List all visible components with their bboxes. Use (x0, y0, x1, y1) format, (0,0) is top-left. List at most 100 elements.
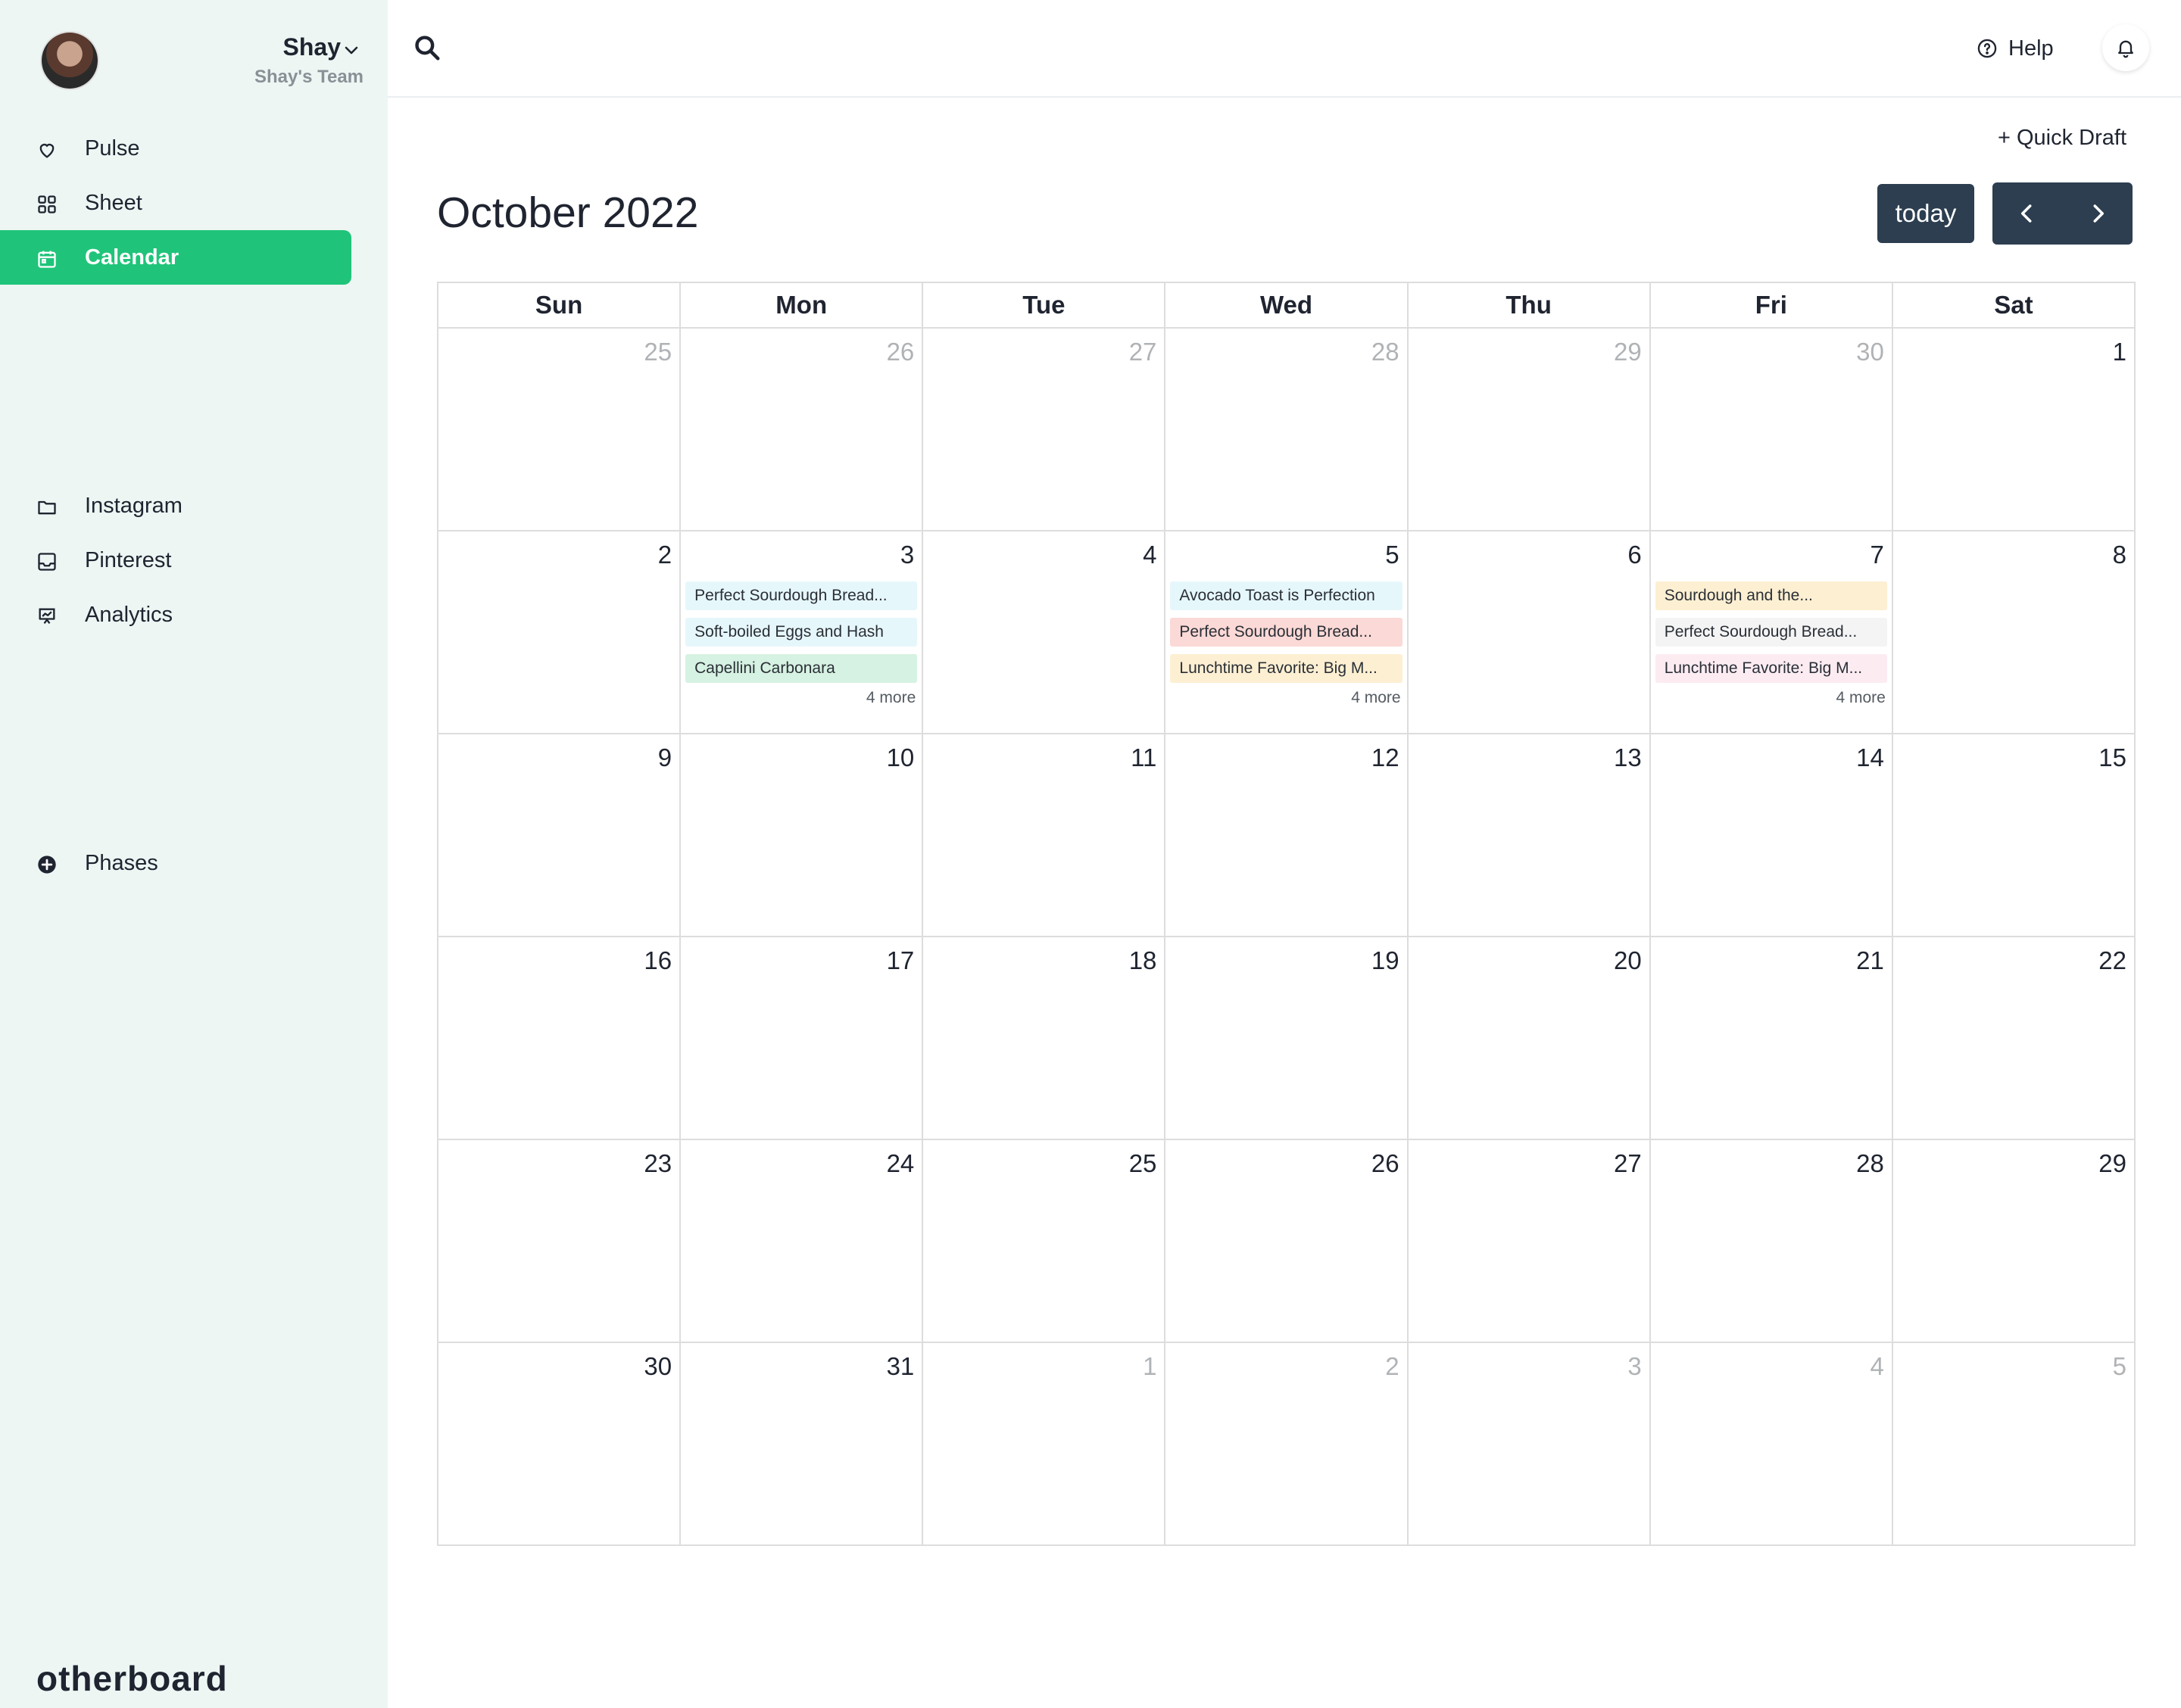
day-cell[interactable]: 1 (923, 1343, 1166, 1544)
day-cell[interactable]: 27 (923, 329, 1166, 530)
notifications-button[interactable] (2102, 24, 2149, 71)
sidebar-item-calendar[interactable]: Calendar (0, 230, 351, 285)
day-cell[interactable]: 14 (1651, 734, 1893, 936)
day-cell[interactable]: 30 (1651, 329, 1893, 530)
day-cell[interactable]: 2 (1165, 1343, 1409, 1544)
top-bar (388, 0, 2181, 98)
day-number: 22 (2098, 946, 2126, 974)
day-cell[interactable]: 24 (681, 1140, 924, 1342)
today-button[interactable]: today (1877, 184, 1974, 243)
day-cell[interactable]: 29 (1893, 1140, 2134, 1342)
day-cell[interactable]: 15 (1893, 734, 2134, 936)
day-cell[interactable]: 2 (438, 531, 682, 733)
calendar-event[interactable]: Perfect Sourdough Bread... (1170, 618, 1403, 647)
day-cell[interactable]: 10 (681, 734, 924, 936)
day-cell[interactable]: 5 (1893, 1343, 2134, 1544)
sidebar-item-pinterest[interactable]: Pinterest (0, 533, 351, 588)
day-cell[interactable]: 28 (1651, 1140, 1893, 1342)
day-number: 9 (657, 743, 672, 771)
day-cell[interactable]: 11 (923, 734, 1166, 936)
more-events-link[interactable]: 4 more (1351, 689, 1400, 707)
inbox-icon (38, 553, 56, 571)
sidebar-item-label: Pinterest (85, 547, 172, 572)
folder-icon (38, 500, 56, 515)
user-name[interactable]: Shay (283, 33, 341, 61)
day-number: 27 (1613, 1149, 1642, 1177)
day-number: 27 (1128, 338, 1157, 366)
more-events-link[interactable]: 4 more (1836, 689, 1885, 707)
day-cell[interactable]: 6 (1409, 531, 1651, 733)
day-cell[interactable]: 25 (438, 329, 682, 530)
calendar-event[interactable]: Perfect Sourdough Bread... (685, 581, 918, 610)
day-cell[interactable]: 31 (681, 1343, 924, 1544)
calendar-event[interactable]: Capellini Carbonara (685, 654, 918, 683)
day-cell[interactable]: 3 (1409, 1343, 1651, 1544)
day-cell[interactable]: 12 (1165, 734, 1409, 936)
day-number: 18 (1128, 946, 1157, 974)
day-number: 15 (2098, 743, 2126, 771)
day-cell[interactable]: 8 (1893, 531, 2134, 733)
day-cell[interactable]: 18 (923, 937, 1166, 1139)
calendar-icon (38, 251, 56, 268)
calendar-event[interactable]: Sourdough and the... (1655, 581, 1887, 610)
help-label: Help (2008, 36, 2054, 61)
sidebar-item-analytics[interactable]: Analytics (0, 588, 351, 642)
help-button[interactable]: Help (1977, 33, 2054, 64)
day-cell[interactable]: 4 (1651, 1343, 1893, 1544)
calendar-event[interactable]: Lunchtime Favorite: Big M... (1655, 654, 1887, 683)
day-number: 8 (2112, 541, 2126, 569)
day-cell[interactable]: 20 (1409, 937, 1651, 1139)
quick-draft-button[interactable]: + Quick Draft (1998, 126, 2126, 151)
calendar-event[interactable]: Perfect Sourdough Bread... (1655, 618, 1887, 647)
day-cell[interactable]: 25 (923, 1140, 1166, 1342)
day-cell[interactable]: 3 Perfect Sourdough Bread... Soft-boiled E… (681, 531, 924, 733)
calendar-event[interactable]: Avocado Toast is Perfection (1170, 581, 1403, 610)
day-number: 2 (1385, 1352, 1399, 1380)
search-icon[interactable] (413, 33, 442, 62)
day-cell[interactable]: 22 (1893, 937, 2134, 1139)
day-cell[interactable]: 30 (438, 1343, 682, 1544)
day-cell[interactable]: 23 (438, 1140, 682, 1342)
day-number: 24 (886, 1149, 915, 1177)
day-cell[interactable]: 28 (1165, 329, 1409, 530)
day-number: 5 (1385, 541, 1399, 569)
day-cell[interactable]: 21 (1651, 937, 1893, 1139)
day-header: Sat (1994, 291, 2033, 319)
day-cell[interactable]: 26 (1165, 1140, 1409, 1342)
day-cell[interactable]: 17 (681, 937, 924, 1139)
week-row: 16 17 18 19 20 21 22 (438, 937, 2134, 1140)
calendar-event[interactable]: Soft-boiled Eggs and Hash (685, 618, 918, 647)
avatar[interactable] (42, 33, 98, 89)
day-cell[interactable]: 9 (438, 734, 682, 936)
sidebar-item-sheet[interactable]: Sheet (0, 176, 351, 230)
calendar-event[interactable]: Lunchtime Favorite: Big M... (1170, 654, 1403, 683)
day-cell[interactable]: 13 (1409, 734, 1651, 936)
chevron-down-icon[interactable] (342, 41, 360, 59)
day-number: 25 (644, 338, 672, 366)
day-cell[interactable]: 26 (681, 329, 924, 530)
sidebar-item-instagram[interactable]: Instagram (0, 478, 351, 533)
more-events-link[interactable]: 4 more (866, 689, 916, 707)
day-number: 19 (1371, 946, 1399, 974)
prev-month-button[interactable] (1992, 182, 2063, 245)
day-cell[interactable]: 29 (1409, 329, 1651, 530)
day-cell[interactable]: 19 (1165, 937, 1409, 1139)
day-number: 29 (1613, 338, 1642, 366)
day-cell[interactable]: 16 (438, 937, 682, 1139)
day-cell[interactable]: 7 Sourdough and the... Perfect Sourdough B… (1651, 531, 1893, 733)
day-cell[interactable]: 4 (923, 531, 1166, 733)
next-month-button[interactable] (2063, 182, 2133, 245)
sidebar-item-phases[interactable]: Phases (0, 836, 351, 890)
presentation-chart-icon (39, 608, 55, 625)
sidebar-item-label: Analytics (85, 602, 173, 627)
day-header: Tue (923, 283, 1166, 327)
sidebar-item-pulse[interactable]: Pulse (0, 121, 351, 176)
day-cell[interactable]: 1 (1893, 329, 2134, 530)
day-number: 26 (886, 338, 915, 366)
day-number: 17 (886, 946, 915, 974)
week-row: 2 3 Perfect Sourdough Bread... Soft-boiled … (438, 531, 2134, 734)
day-cell[interactable]: 5 Avocado Toast is Perfection Perfect Sour… (1165, 531, 1409, 733)
day-cell[interactable]: 27 (1409, 1140, 1651, 1342)
day-number: 11 (1131, 743, 1157, 771)
month-calendar: Sun Mon Tue Wed Thu Fri Sat 25 26 27 28 29 30 1 2 3 Per… (437, 282, 2136, 1546)
